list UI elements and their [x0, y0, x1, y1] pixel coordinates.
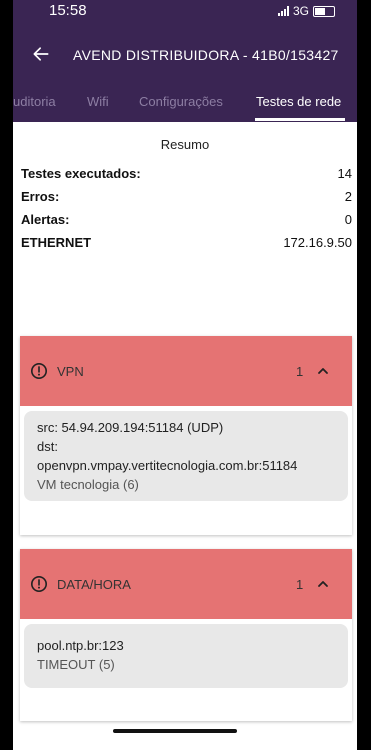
summary-row: ETHERNET 172.16.9.50 [21, 235, 352, 255]
detail-line: src: 54.94.209.194:51184 (UDP) [37, 420, 224, 435]
status-indicators: 3G [277, 4, 335, 18]
error-circle-icon [30, 575, 48, 593]
page-title: AVEND DISTRIBUIDORA - 41B0/153427 [73, 47, 339, 63]
summary-value: 172.16.9.50 [283, 235, 352, 250]
summary-key: Erros: [21, 189, 60, 204]
card-header-data-hora[interactable]: DATA/HORA 1 [20, 549, 352, 619]
summary-key: Testes executados: [21, 166, 141, 181]
result-status: VM tecnologia (6) [37, 477, 139, 492]
result-details: src: 54.94.209.194:51184 (UDP) dst: open… [24, 411, 348, 501]
tab-auditoria[interactable]: uditoria [13, 94, 56, 109]
network-tests-panel: Resumo Testes executados: 14 Erros: 2 Al… [13, 122, 357, 750]
card-title: DATA/HORA [57, 577, 131, 592]
error-count: 1 [296, 577, 304, 592]
status-bar: 15:58 3G [13, 0, 357, 22]
card-title: VPN [57, 364, 84, 379]
summary-title: Resumo [160, 137, 210, 152]
active-tab-indicator [255, 118, 345, 121]
result-details: pool.ntp.br:123 TIMEOUT (5) [24, 624, 348, 688]
summary-key: Alertas: [21, 212, 70, 227]
tab-wifi[interactable]: Wifi [87, 94, 109, 109]
detail-line: openvpn.vmpay.vertitecnologia.com.br:511… [37, 458, 298, 473]
tab-testes-de-rede[interactable]: Testes de rede [256, 94, 341, 109]
summary-value: 2 [344, 189, 352, 204]
battery-icon [313, 5, 335, 17]
tab-bar: uditoria Wifi Configurações Testes de re… [13, 86, 357, 122]
detail-line: dst: [37, 439, 58, 454]
summary-value: 0 [344, 212, 352, 227]
signal-icon [277, 6, 289, 16]
error-circle-icon [30, 362, 48, 380]
network-type: 3G [292, 4, 309, 18]
back-arrow-icon[interactable] [31, 44, 51, 64]
chevron-up-icon[interactable] [316, 364, 330, 378]
status-time: 15:58 [49, 2, 87, 19]
summary-row: Testes executados: 14 [21, 166, 352, 186]
summary-row: Alertas: 0 [21, 212, 352, 232]
summary-value: 14 [337, 166, 352, 181]
summary-row: Erros: 2 [21, 189, 352, 209]
home-indicator[interactable] [113, 729, 237, 733]
summary-key: ETHERNET [21, 235, 92, 250]
test-result-card-vpn: VPN 1 src: 54.94.209.194:51184 (UDP) dst… [20, 336, 352, 535]
test-result-card-data-hora: DATA/HORA 1 pool.ntp.br:123 TIMEOUT (5) [20, 549, 352, 721]
error-count: 1 [296, 364, 304, 379]
result-status: TIMEOUT (5) [37, 657, 115, 672]
chevron-up-icon[interactable] [316, 577, 330, 591]
phone-screen: 15:58 3G AVEND DISTRIBUIDORA - 41B0/1534… [13, 0, 357, 750]
card-header-vpn[interactable]: VPN 1 [20, 336, 352, 406]
detail-line: pool.ntp.br:123 [37, 638, 124, 653]
tab-configuracoes[interactable]: Configurações [139, 94, 223, 109]
app-bar: AVEND DISTRIBUIDORA - 41B0/153427 [13, 22, 357, 86]
